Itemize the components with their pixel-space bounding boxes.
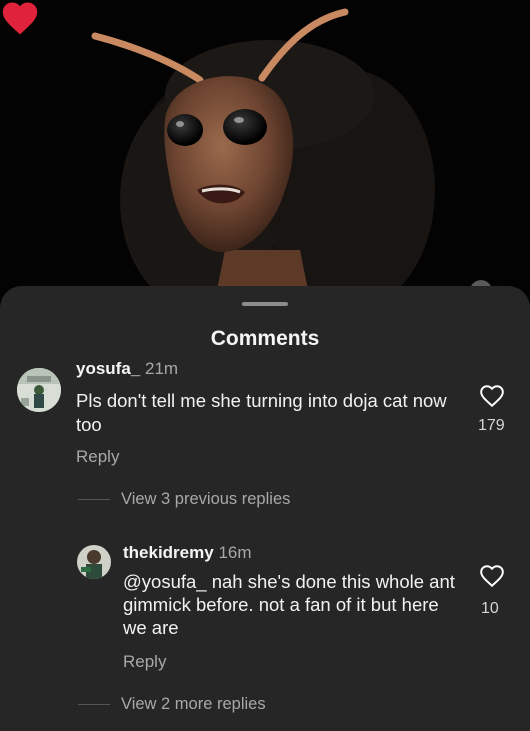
heart-filled-icon[interactable] (0, 0, 40, 36)
avatar[interactable] (17, 368, 61, 412)
comment-header: yosufa_ 21m (76, 359, 178, 379)
comment-text: Pls don't tell me she turning into doja … (76, 390, 447, 435)
view-more-replies-button[interactable]: View 2 more replies (121, 695, 266, 714)
heart-outline-icon[interactable] (479, 384, 505, 408)
comment-time: 16m (218, 543, 252, 562)
sheet-title: Comments (210, 327, 320, 350)
avatar-image (17, 368, 61, 412)
like-count: 179 (478, 417, 505, 434)
reply-button[interactable]: Reply (76, 447, 119, 467)
like-count: 10 (481, 600, 499, 617)
comments-sheet: Comments yosufa_ 21m Pls don't tell me s… (0, 286, 530, 731)
comment-text: @yosufa_ nah she's done this whole ant g… (123, 570, 463, 639)
replies-divider (78, 499, 110, 500)
replies-divider (78, 704, 110, 705)
comment-time: 21m (144, 359, 179, 378)
avatar[interactable] (77, 545, 111, 579)
mention-link[interactable]: @yosufa_ (123, 571, 207, 592)
drag-handle[interactable] (242, 302, 288, 306)
reply-button[interactable]: Reply (123, 652, 166, 672)
avatar-image (77, 545, 111, 579)
comment-username[interactable]: thekidremy (123, 543, 214, 562)
ant-costume-person-image (91, 8, 435, 300)
view-previous-replies-button[interactable]: View 3 previous replies (121, 490, 290, 509)
comment-header: thekidremy 16m (123, 543, 252, 563)
heart-outline-icon[interactable] (479, 564, 505, 588)
video-frame[interactable] (0, 0, 530, 300)
comment-username[interactable]: yosufa_ (76, 359, 140, 378)
